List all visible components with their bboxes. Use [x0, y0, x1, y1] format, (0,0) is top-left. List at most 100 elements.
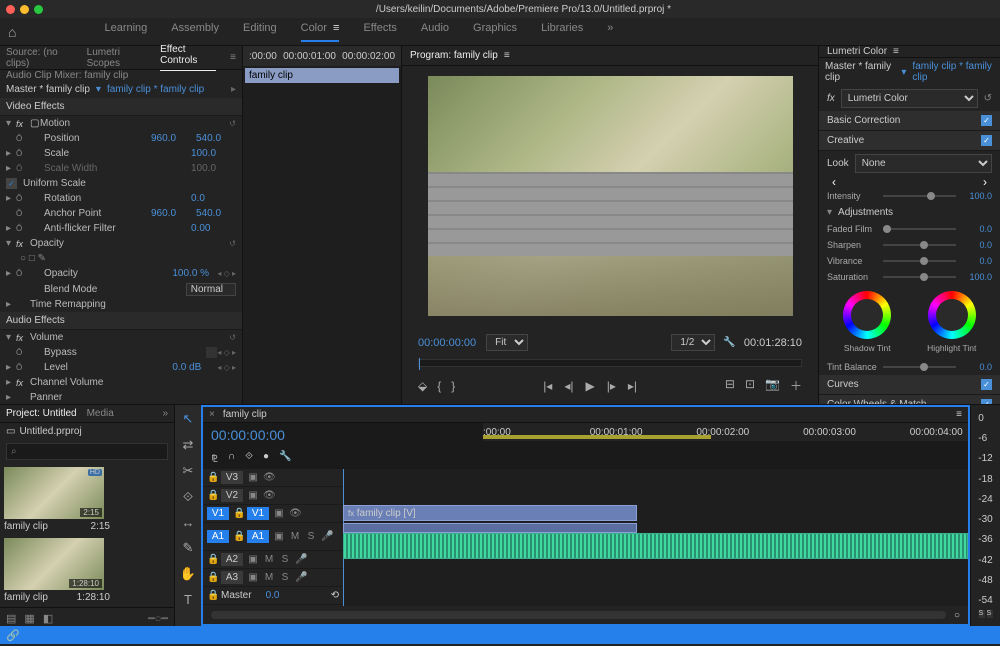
- track-v3[interactable]: 🔒V3▣👁: [203, 469, 343, 487]
- workspace-audio[interactable]: Audio: [421, 22, 449, 42]
- time-remapping-effect[interactable]: ▸ Time Remapping: [0, 297, 242, 312]
- track-v2[interactable]: 🔒V2▣👁: [203, 487, 343, 505]
- program-video-preview[interactable]: [428, 76, 793, 316]
- intensity-slider[interactable]: Intensity 100.0: [819, 188, 1000, 204]
- settings-icon[interactable]: 🔧: [723, 337, 735, 348]
- close-window-icon[interactable]: [6, 5, 15, 14]
- track-select-tool-icon[interactable]: ⇄: [183, 437, 194, 453]
- volume-effect[interactable]: ▾fx Volume ↺: [0, 330, 242, 345]
- level-property[interactable]: ▸Ŏ Level 0.0 dB ◂ ◇ ▸: [0, 360, 242, 375]
- type-tool-icon[interactable]: T: [184, 592, 192, 607]
- sharpen-slider[interactable]: Sharpen0.0: [819, 237, 1000, 253]
- tab-lumetri-scopes[interactable]: Lumetri Scopes: [87, 47, 147, 69]
- zoom-scrollbar[interactable]: [211, 611, 946, 619]
- reset-icon[interactable]: ↺: [229, 333, 236, 342]
- opacity-property[interactable]: ▸Ŏ Opacity 100.0 % ◂ ◇ ▸: [0, 266, 242, 281]
- lift-icon[interactable]: ⊟: [725, 377, 735, 394]
- fit-dropdown[interactable]: Fit: [486, 334, 528, 351]
- timeline-timecode[interactable]: 00:00:00:00: [203, 423, 343, 447]
- clip-thumbnail[interactable]: 1:28:10 family clip1:28:10: [4, 538, 170, 603]
- mark-in-icon[interactable]: ⬙: [418, 379, 427, 393]
- sequence-tab[interactable]: family clip: [223, 409, 267, 420]
- project-bin[interactable]: ▭Untitled.prproj: [0, 423, 174, 440]
- link-icon[interactable]: 🔗: [6, 629, 20, 642]
- go-to-out-icon[interactable]: ▸|: [628, 379, 637, 393]
- panel-menu-icon[interactable]: ≡: [893, 46, 899, 57]
- button-editor-icon[interactable]: ＋: [790, 377, 802, 394]
- slip-tool-icon[interactable]: ↔: [182, 515, 195, 530]
- creative-section[interactable]: Creative✓: [819, 131, 1000, 151]
- hand-tool-icon[interactable]: ✋: [180, 566, 196, 582]
- export-frame-icon[interactable]: 📷: [765, 377, 780, 394]
- icon-view-icon[interactable]: ▦: [24, 612, 34, 625]
- ripple-tool-icon[interactable]: ✂: [183, 463, 194, 479]
- faded-film-slider[interactable]: Faded Film0.0: [819, 221, 1000, 237]
- highlight-tint-wheel[interactable]: Highlight Tint: [923, 291, 981, 353]
- vibrance-slider[interactable]: Vibrance0.0: [819, 253, 1000, 269]
- blend-mode-property[interactable]: Blend Mode Normal: [0, 281, 242, 297]
- program-timecode-left[interactable]: 00:00:00:00: [418, 337, 476, 349]
- mark-clip-icon[interactable]: }: [451, 379, 455, 393]
- home-icon[interactable]: ⌂: [8, 24, 16, 40]
- panner-effect[interactable]: ▸ Panner: [0, 390, 242, 405]
- bypass-property[interactable]: Ŏ Bypass ◂ ◇ ▸: [0, 345, 242, 360]
- step-back-icon[interactable]: ◂|: [564, 379, 573, 393]
- program-scrubber[interactable]: [418, 359, 802, 367]
- reset-icon[interactable]: ↺: [229, 119, 236, 128]
- pen-tool-icon[interactable]: ✎: [183, 540, 194, 556]
- tab-source[interactable]: Source: (no clips): [6, 47, 73, 69]
- solo-left[interactable]: S: [979, 610, 985, 618]
- tint-balance-slider[interactable]: Tint Balance0.0: [819, 359, 1000, 375]
- project-search-input[interactable]: [6, 443, 168, 460]
- basic-correction-section[interactable]: Basic Correction✓: [819, 111, 1000, 131]
- track-a1[interactable]: A1🔒A1▣MS🎤: [203, 523, 343, 551]
- shadow-tint-wheel[interactable]: Shadow Tint: [838, 291, 896, 353]
- program-title[interactable]: Program: family clip: [410, 50, 498, 61]
- tab-media[interactable]: Media: [87, 408, 114, 419]
- clip-thumbnail[interactable]: HD2:15 family clip2:15: [4, 467, 170, 532]
- look-dropdown[interactable]: None: [855, 154, 992, 173]
- reset-icon[interactable]: ↺: [229, 239, 236, 248]
- curves-section[interactable]: Curves✓: [819, 375, 1000, 395]
- track-master[interactable]: 🔒Master0.0⟲: [203, 587, 343, 605]
- tab-audio-mixer[interactable]: Audio Clip Mixer: family clip: [6, 70, 128, 81]
- reset-icon[interactable]: ↺: [984, 93, 992, 104]
- video-clip[interactable]: fx family clip [V]: [343, 505, 637, 521]
- resolution-dropdown[interactable]: 1/2: [671, 334, 715, 351]
- overflow-icon[interactable]: »: [162, 408, 168, 419]
- tab-effect-controls[interactable]: Effect Controls: [160, 44, 216, 71]
- anchor-point-property[interactable]: Ŏ Anchor Point 960.0 540.0: [0, 206, 242, 221]
- go-to-in-icon[interactable]: |◂: [543, 379, 552, 393]
- step-forward-icon[interactable]: |▸: [607, 379, 616, 393]
- play-icon[interactable]: ▶: [585, 379, 594, 393]
- track-v1[interactable]: V1🔒V1▣👁: [203, 505, 343, 523]
- workspace-learning[interactable]: Learning: [104, 22, 147, 42]
- track-a2[interactable]: 🔒A2▣MS🎤: [203, 551, 343, 569]
- workspace-overflow-icon[interactable]: »: [607, 22, 613, 42]
- channel-volume-effect[interactable]: ▸fx Channel Volume: [0, 375, 242, 390]
- workspace-graphics[interactable]: Graphics: [473, 22, 517, 42]
- rotation-property[interactable]: ▸Ŏ Rotation 0.0: [0, 191, 242, 206]
- workspace-assembly[interactable]: Assembly: [171, 22, 219, 42]
- workspace-libraries[interactable]: Libraries: [541, 22, 583, 42]
- freeform-view-icon[interactable]: ◧: [43, 612, 53, 625]
- linked-clip-icon[interactable]: [343, 523, 637, 533]
- list-view-icon[interactable]: ▤: [6, 612, 16, 625]
- panel-menu-icon[interactable]: ≡: [956, 409, 962, 420]
- panel-menu-icon[interactable]: ≡: [230, 52, 236, 63]
- close-sequence-icon[interactable]: ×: [209, 409, 215, 420]
- workspace-editing[interactable]: Editing: [243, 22, 277, 42]
- position-property[interactable]: Ŏ Position 960.0 540.0: [0, 131, 242, 146]
- selection-tool-icon[interactable]: ↖: [183, 411, 194, 427]
- motion-effect[interactable]: ▾fx▢ Motion ↺: [0, 116, 242, 131]
- lumetri-title[interactable]: Lumetri Color: [827, 46, 887, 57]
- minimize-window-icon[interactable]: [20, 5, 29, 14]
- track-a3[interactable]: 🔒A3▣MS🎤: [203, 569, 343, 587]
- tab-project[interactable]: Project: Untitled: [6, 408, 77, 419]
- color-wheels-section[interactable]: Color Wheels & Match✓: [819, 395, 1000, 404]
- timeline-ruler[interactable]: :00:00 00:00:01:00 00:00:02:00 00:00:03:…: [483, 423, 968, 441]
- timeline-options-icon[interactable]: ○: [954, 610, 960, 621]
- effect-timeline-clip[interactable]: family clip: [245, 68, 399, 83]
- opacity-effect[interactable]: ▾fx Opacity ↺: [0, 236, 242, 251]
- mask-tools[interactable]: ○ □ ✎: [0, 251, 242, 266]
